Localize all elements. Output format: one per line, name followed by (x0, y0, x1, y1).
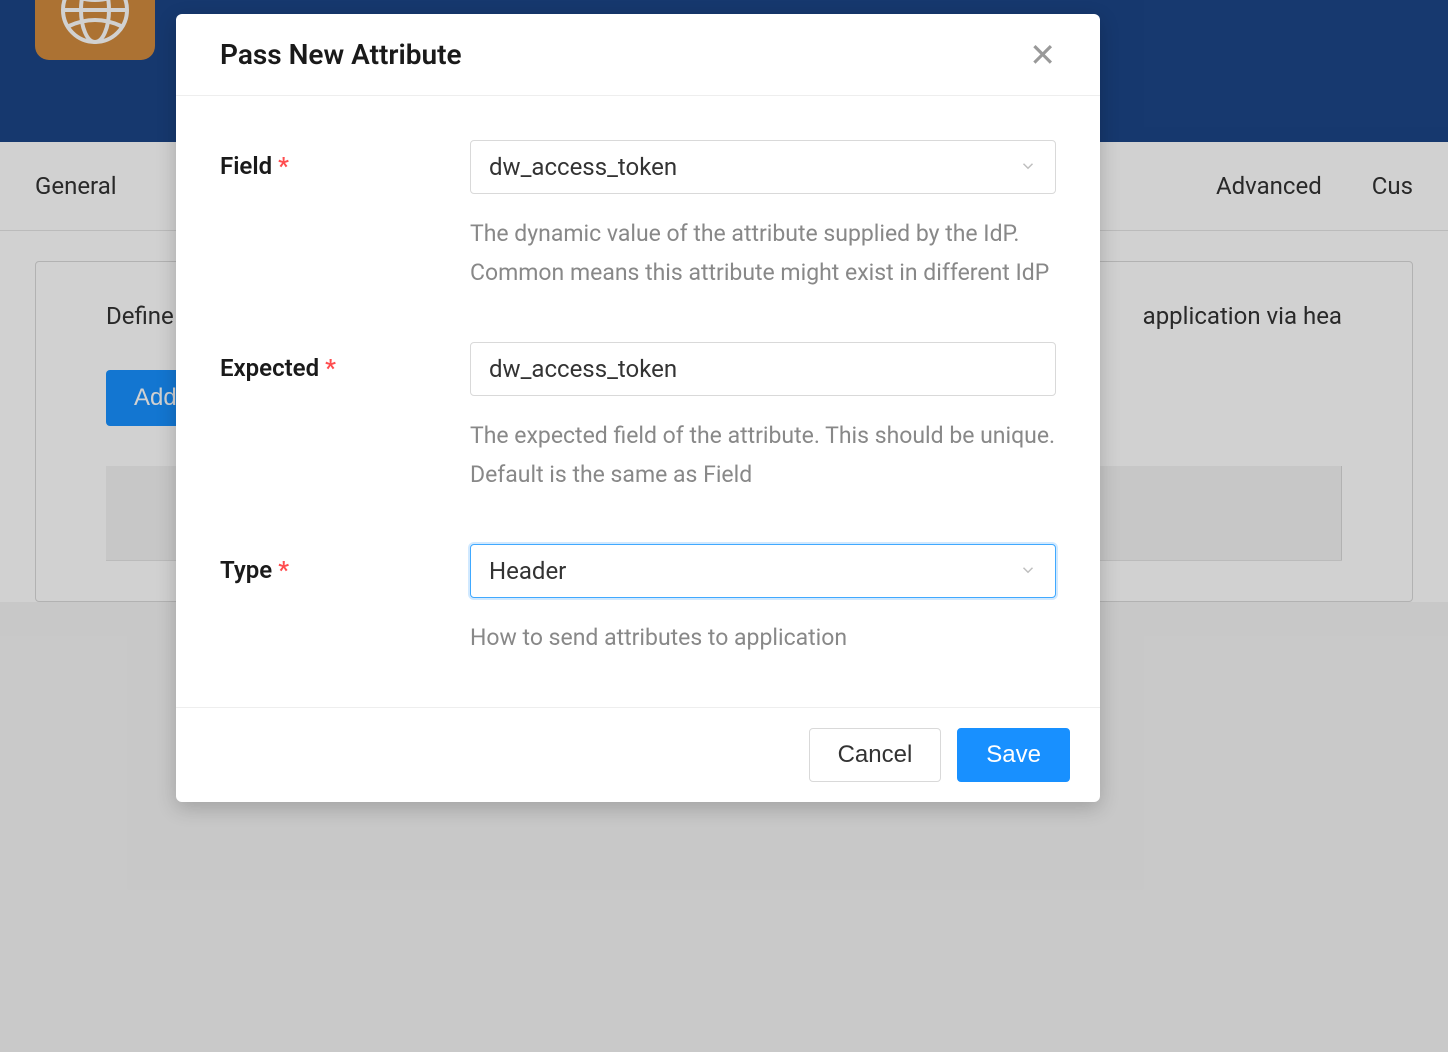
chevron-down-icon (1019, 557, 1037, 585)
cancel-button[interactable]: Cancel (809, 728, 942, 782)
form-row-expected: Expected* dw_access_token The expected f… (220, 342, 1056, 494)
close-icon[interactable]: ✕ (1029, 39, 1056, 71)
field-label: Field* (220, 140, 470, 292)
expected-label: Expected* (220, 342, 470, 494)
save-button[interactable]: Save (957, 728, 1070, 782)
expected-input[interactable]: dw_access_token (470, 342, 1056, 396)
type-select[interactable]: Header (470, 544, 1056, 598)
pass-attribute-modal: Pass New Attribute ✕ Field* dw_access_to… (176, 14, 1100, 802)
modal-title: Pass New Attribute (220, 38, 462, 71)
form-row-field: Field* dw_access_token The dynamic value… (220, 140, 1056, 292)
form-row-type: Type* Header How to send attributes to a… (220, 544, 1056, 657)
expected-input-value: dw_access_token (489, 355, 677, 383)
type-label: Type* (220, 544, 470, 657)
modal-footer: Cancel Save (176, 707, 1100, 802)
expected-help-text: The expected field of the attribute. Thi… (470, 416, 1056, 494)
chevron-down-icon (1019, 153, 1037, 181)
modal-body: Field* dw_access_token The dynamic value… (176, 96, 1100, 707)
field-select-value: dw_access_token (489, 153, 677, 181)
type-select-value: Header (489, 557, 566, 585)
type-help-text: How to send attributes to application (470, 618, 1056, 657)
field-help-text: The dynamic value of the attribute suppl… (470, 214, 1056, 292)
field-select[interactable]: dw_access_token (470, 140, 1056, 194)
modal-header: Pass New Attribute ✕ (176, 14, 1100, 96)
